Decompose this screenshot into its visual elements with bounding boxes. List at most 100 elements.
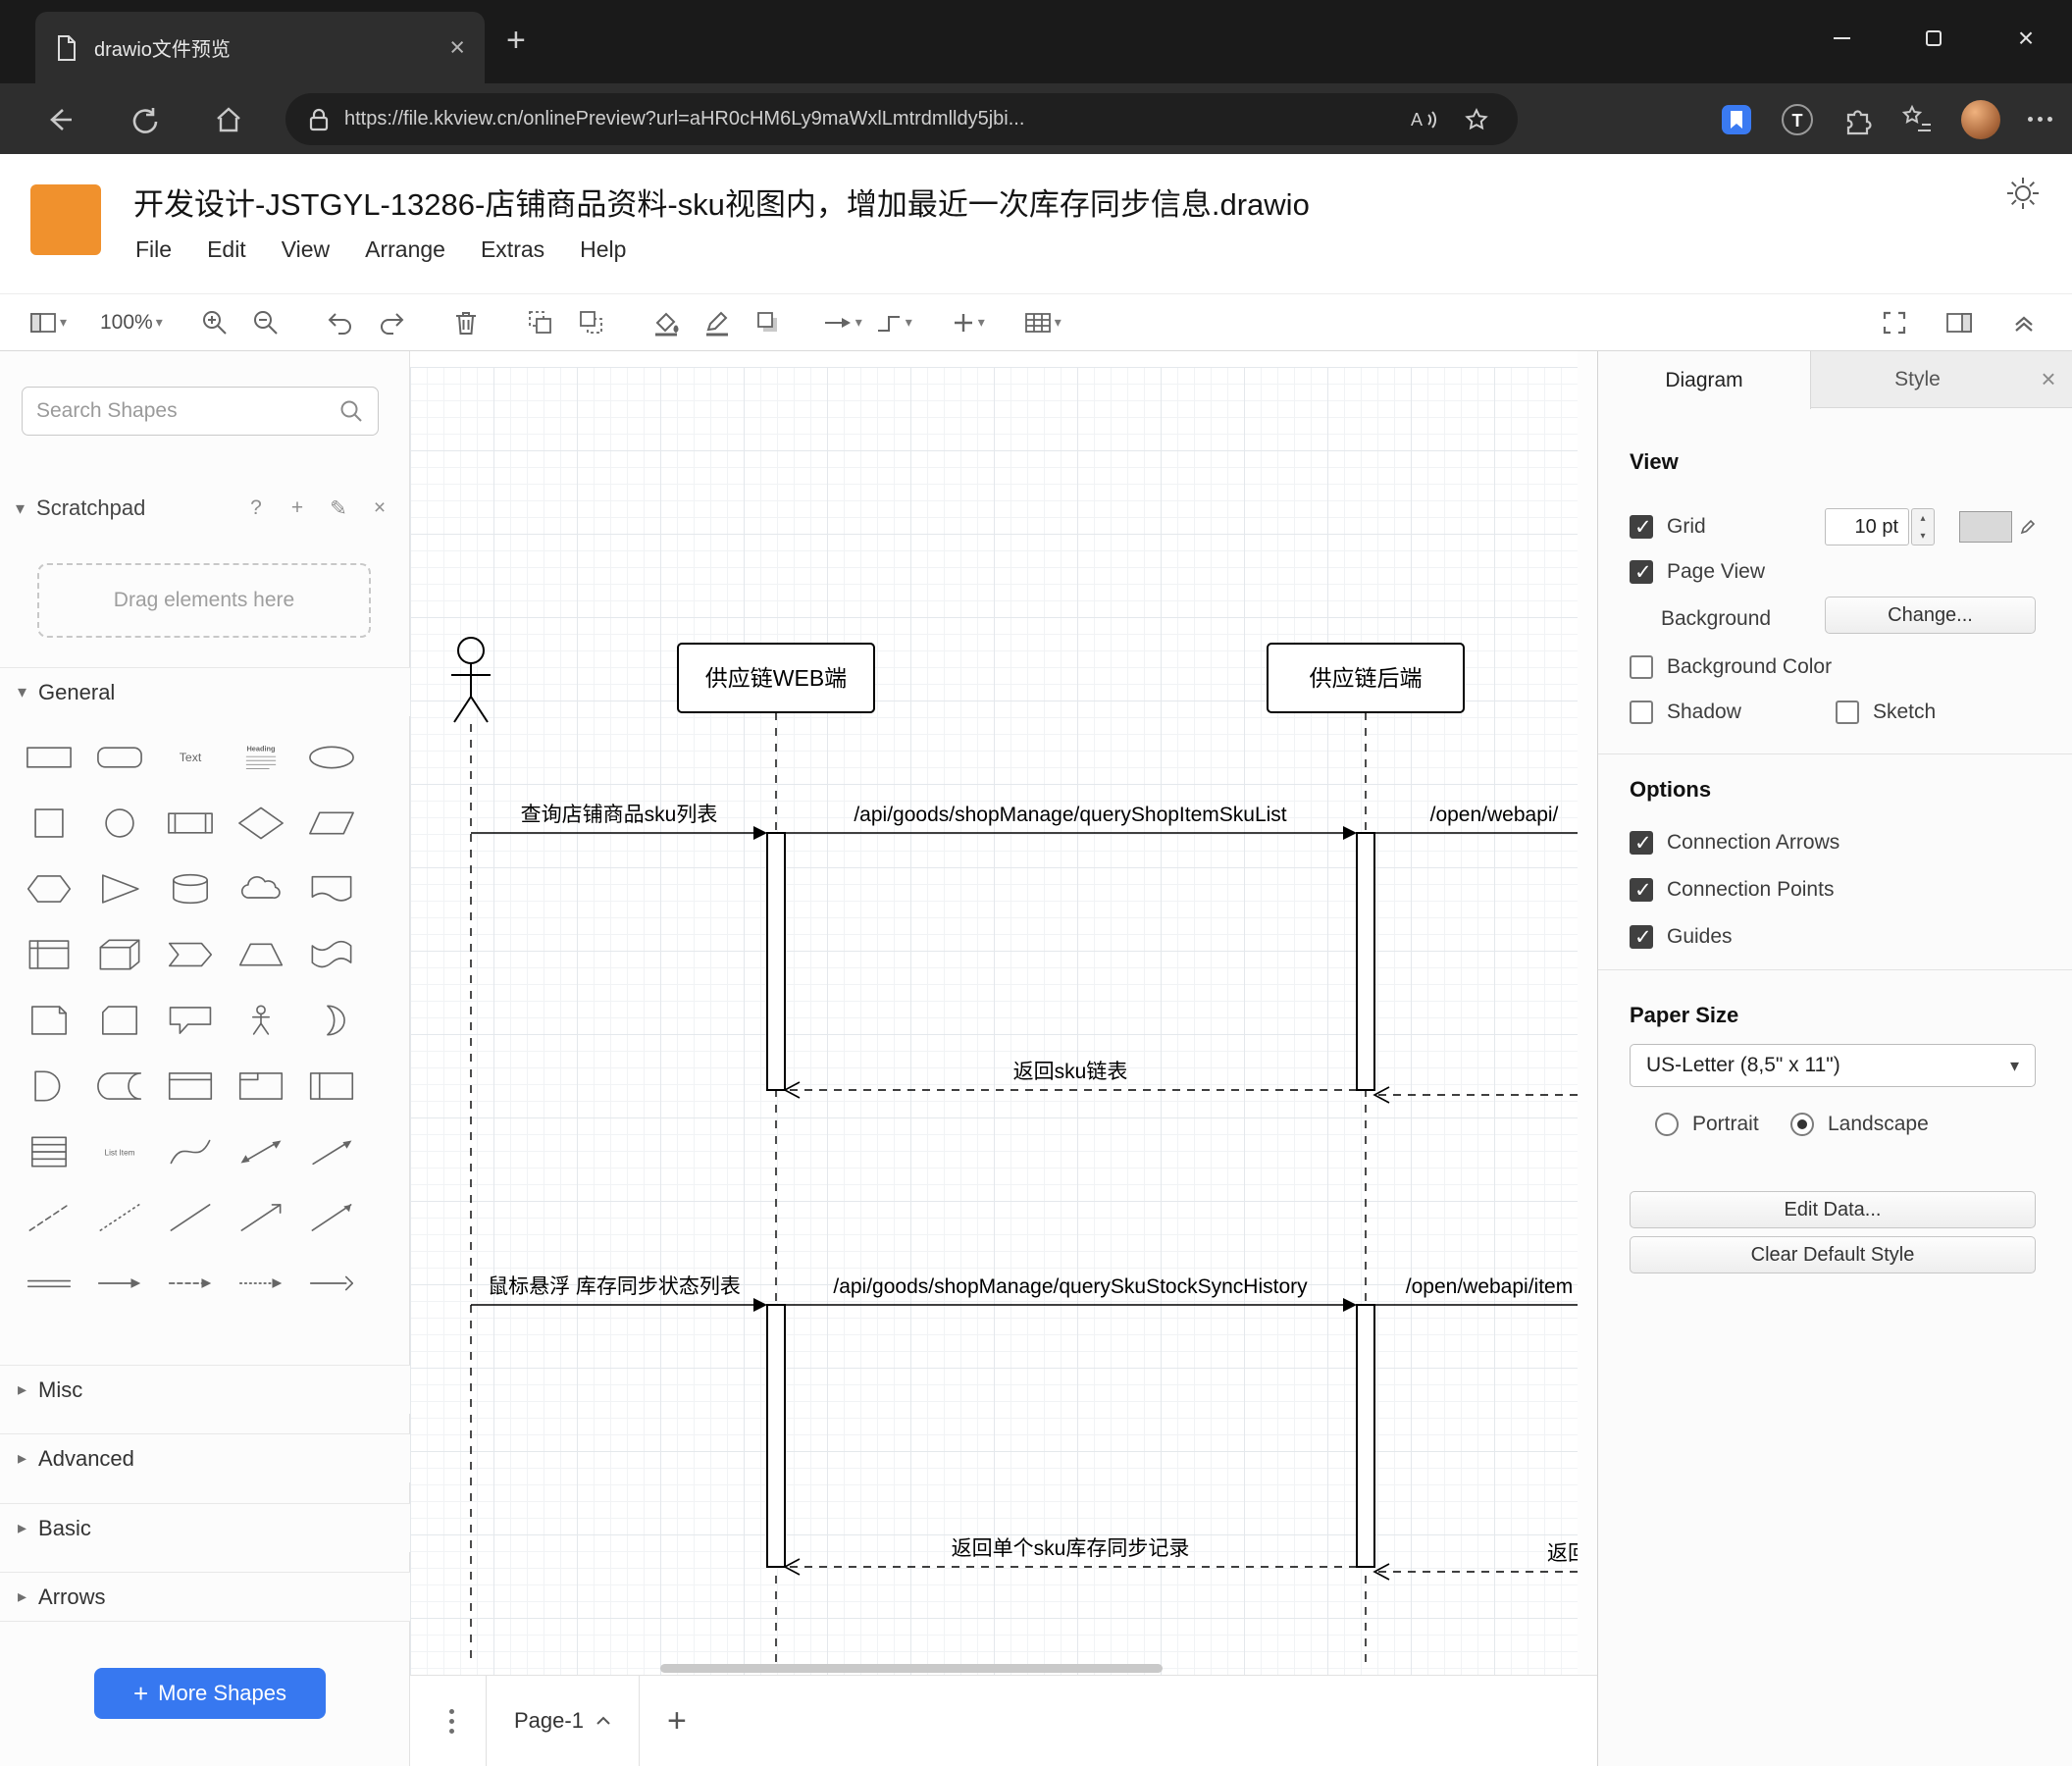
shape-ellipse[interactable] — [299, 730, 364, 785]
shape-cloud[interactable] — [229, 861, 293, 916]
theme-sun-icon[interactable] — [2005, 176, 2041, 211]
shape-text[interactable]: Text — [158, 730, 223, 785]
grid-color-swatch[interactable] — [1959, 511, 2012, 543]
page-view-checkbox[interactable] — [1630, 560, 1653, 585]
shape-tape[interactable] — [299, 927, 364, 982]
browser-tab[interactable]: drawio文件预览 × — [35, 12, 485, 83]
shape-rectangle[interactable] — [17, 730, 81, 785]
shape-curve[interactable] — [158, 1124, 223, 1179]
shape-horizontal-arrow[interactable] — [87, 1256, 152, 1311]
sidebar-section-arrows[interactable]: ▸ Arrows — [0, 1572, 410, 1621]
shape-step[interactable] — [158, 927, 223, 982]
shape-frame[interactable] — [229, 1059, 293, 1114]
view-panels-button[interactable]: ▾ — [26, 302, 71, 343]
tab-diagram[interactable]: Diagram — [1598, 351, 1811, 409]
search-shapes-input[interactable] — [36, 399, 331, 423]
shape-horizontal-connector[interactable] — [299, 1256, 364, 1311]
drawing-canvas[interactable]: 供应链WEB端 供应链后端 查询店铺商品sku列表/api/goods/shopMa… — [410, 351, 1578, 1675]
shape-dashed-horizontal-arrow[interactable] — [158, 1256, 223, 1311]
paper-size-select[interactable]: US-Letter (8,5" x 11") ▾ — [1630, 1044, 2036, 1087]
shape-bidirectional-connector[interactable] — [229, 1190, 293, 1245]
refresh-icon[interactable] — [122, 97, 167, 142]
window-minimize-button[interactable] — [1795, 0, 1888, 77]
shape-document[interactable] — [299, 861, 364, 916]
scratchpad-add-icon[interactable]: + — [283, 496, 312, 520]
line-color-button[interactable] — [695, 302, 740, 343]
zoom-level-dropdown[interactable]: 100% ▾ — [100, 302, 163, 343]
url-text[interactable]: https://file.kkview.cn/onlinePreview?url… — [344, 108, 1390, 130]
sequence-diagram[interactable]: 供应链WEB端 供应链后端查询店铺商品sku列表/api/goods/shopMa… — [410, 351, 1578, 1675]
shape-and[interactable] — [17, 1059, 81, 1114]
grid-checkbox[interactable] — [1630, 515, 1653, 540]
shape-process[interactable] — [158, 796, 223, 851]
format-panel-toggle-button[interactable] — [1937, 302, 1982, 343]
blue-bookmark-extension-icon[interactable] — [1720, 103, 1753, 136]
add-page-button[interactable]: + — [667, 1702, 687, 1740]
menu-view[interactable]: View — [282, 236, 330, 263]
menu-help[interactable]: Help — [580, 236, 626, 263]
home-icon[interactable] — [206, 97, 251, 142]
delete-button[interactable] — [443, 302, 489, 343]
read-aloud-icon[interactable]: A — [1404, 100, 1443, 139]
to-front-button[interactable] — [518, 302, 563, 343]
edit-data-button[interactable]: Edit Data... — [1630, 1191, 2036, 1228]
shape-actor[interactable] — [229, 993, 293, 1048]
menu-arrange[interactable]: Arrange — [365, 236, 445, 263]
to-back-button[interactable] — [569, 302, 614, 343]
shape-list-item[interactable]: List Item — [87, 1124, 152, 1179]
add-favorite-star-icon[interactable] — [1457, 100, 1496, 139]
zoom-in-button[interactable] — [192, 302, 237, 343]
shape-dashed-line[interactable] — [17, 1190, 81, 1245]
page-tab-page1[interactable]: Page-1 — [486, 1676, 640, 1766]
grid-size-input[interactable]: 10 pt — [1825, 508, 1909, 545]
grid-size-stepper[interactable]: ▴ ▾ — [1911, 508, 1935, 545]
panel-close-icon[interactable]: × — [2024, 351, 2072, 407]
shape-trapezoid[interactable] — [229, 927, 293, 982]
undo-button[interactable] — [318, 302, 363, 343]
shape-cylinder[interactable] — [158, 861, 223, 916]
shape-diamond[interactable] — [229, 796, 293, 851]
connection-arrows-checkbox[interactable] — [1630, 831, 1653, 856]
shape-or[interactable] — [299, 993, 364, 1048]
menu-edit[interactable]: Edit — [207, 236, 246, 263]
shape-circle[interactable] — [87, 796, 152, 851]
background-change-button[interactable]: Change... — [1825, 597, 2036, 634]
shape-dotted-horizontal-arrow[interactable] — [229, 1256, 293, 1311]
window-close-button[interactable]: × — [1980, 0, 2072, 77]
shape-line[interactable] — [158, 1190, 223, 1245]
insert-dropdown[interactable]: ▾ — [946, 302, 991, 343]
shape-triangle[interactable] — [87, 861, 152, 916]
t-shield-extension-icon[interactable]: T — [1781, 103, 1814, 136]
shape-list[interactable] — [17, 1124, 81, 1179]
chevron-down-icon[interactable]: ▾ — [16, 498, 25, 519]
favorites-star-icon[interactable] — [1900, 104, 1934, 135]
zoom-out-button[interactable] — [243, 302, 288, 343]
redo-button[interactable] — [369, 302, 414, 343]
shape-directional-connector[interactable] — [299, 1190, 364, 1245]
landscape-radio[interactable] — [1790, 1113, 1814, 1136]
shape-callout[interactable] — [158, 993, 223, 1048]
grid-color-edit-icon[interactable] — [2017, 511, 2039, 543]
shape-diagonal-arrow[interactable] — [299, 1124, 364, 1179]
canvas-horizontal-scrollbar[interactable] — [660, 1664, 1163, 1673]
sidebar-section-basic[interactable]: ▸ Basic — [0, 1503, 410, 1552]
menu-file[interactable]: File — [135, 236, 172, 263]
address-bar[interactable]: https://file.kkview.cn/onlinePreview?url… — [285, 93, 1518, 145]
extensions-puzzle-icon[interactable] — [1841, 104, 1873, 135]
shape-bidirectional-arrow[interactable] — [229, 1124, 293, 1179]
fullscreen-button[interactable] — [1872, 302, 1917, 343]
shape-square[interactable] — [17, 796, 81, 851]
waypoint-style-dropdown[interactable]: ▾ — [871, 302, 916, 343]
settings-more-icon[interactable] — [2028, 117, 2052, 122]
search-icon[interactable] — [338, 398, 364, 424]
background-color-checkbox[interactable] — [1630, 655, 1653, 679]
shadow-checkbox[interactable] — [1630, 701, 1653, 724]
scratchpad-drop-area[interactable]: Drag elements here — [37, 563, 371, 638]
shape-link[interactable] — [17, 1256, 81, 1311]
guides-checkbox[interactable] — [1630, 925, 1653, 950]
more-shapes-button[interactable]: + More Shapes — [94, 1668, 326, 1719]
shape-data-storage[interactable] — [87, 1059, 152, 1114]
connection-style-dropdown[interactable]: ▾ — [820, 302, 865, 343]
sketch-checkbox[interactable] — [1836, 701, 1859, 724]
shape-hexagon[interactable] — [17, 861, 81, 916]
